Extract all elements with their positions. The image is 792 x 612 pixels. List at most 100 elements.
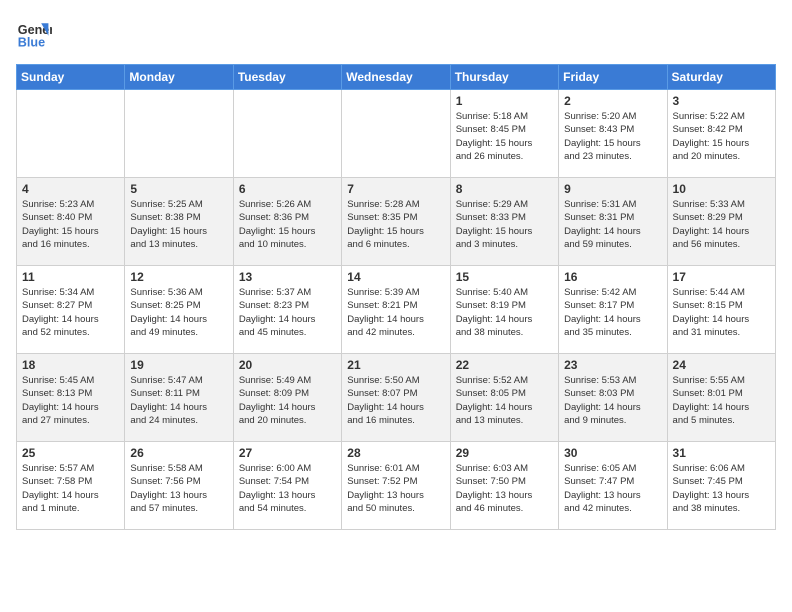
- day-number: 25: [22, 446, 119, 460]
- day-number: 28: [347, 446, 444, 460]
- day-info: Sunrise: 5:40 AMSunset: 8:19 PMDaylight:…: [456, 286, 553, 339]
- calendar-cell: 4 Sunrise: 5:23 AMSunset: 8:40 PMDaylight…: [17, 178, 125, 266]
- day-number: 11: [22, 270, 119, 284]
- calendar-cell: 13 Sunrise: 5:37 AMSunset: 8:23 PMDayligh…: [233, 266, 341, 354]
- calendar-cell: 1 Sunrise: 5:18 AMSunset: 8:45 PMDaylight…: [450, 90, 558, 178]
- calendar-cell: 3Sunrise: 5:22 AMSunset: 8:42 PMDaylight…: [667, 90, 775, 178]
- calendar-cell: [233, 90, 341, 178]
- calendar-cell: 28 Sunrise: 6:01 AMSunset: 7:52 PMDayligh…: [342, 442, 450, 530]
- day-info: Sunrise: 5:57 AMSunset: 7:58 PMDaylight:…: [22, 462, 119, 515]
- day-info: Sunrise: 5:58 AMSunset: 7:56 PMDaylight:…: [130, 462, 227, 515]
- day-info: Sunrise: 5:52 AMSunset: 8:05 PMDaylight:…: [456, 374, 553, 427]
- calendar-cell: 27 Sunrise: 6:00 AMSunset: 7:54 PMDayligh…: [233, 442, 341, 530]
- calendar-cell: 7 Sunrise: 5:28 AMSunset: 8:35 PMDaylight…: [342, 178, 450, 266]
- calendar-cell: 24 Sunrise: 5:55 AMSunset: 8:01 PMDayligh…: [667, 354, 775, 442]
- day-info: Sunrise: 5:53 AMSunset: 8:03 PMDaylight:…: [564, 374, 661, 427]
- day-info: Sunrise: 5:39 AMSunset: 8:21 PMDaylight:…: [347, 286, 444, 339]
- day-number: 22: [456, 358, 553, 372]
- day-number: 26: [130, 446, 227, 460]
- calendar-cell: 21 Sunrise: 5:50 AMSunset: 8:07 PMDayligh…: [342, 354, 450, 442]
- day-info: Sunrise: 5:31 AMSunset: 8:31 PMDaylight:…: [564, 198, 661, 251]
- day-number: 8: [456, 182, 553, 196]
- day-number: 27: [239, 446, 336, 460]
- day-info: Sunrise: 5:18 AMSunset: 8:45 PMDaylight:…: [456, 110, 553, 163]
- calendar-cell: 10Sunrise: 5:33 AMSunset: 8:29 PMDayligh…: [667, 178, 775, 266]
- day-number: 9: [564, 182, 661, 196]
- day-number: 12: [130, 270, 227, 284]
- calendar-cell: 30 Sunrise: 6:05 AMSunset: 7:47 PMDayligh…: [559, 442, 667, 530]
- day-number: 29: [456, 446, 553, 460]
- day-number: 5: [130, 182, 227, 196]
- calendar-week-row: 4 Sunrise: 5:23 AMSunset: 8:40 PMDaylight…: [17, 178, 776, 266]
- calendar-cell: [125, 90, 233, 178]
- calendar-cell: 6Sunrise: 5:26 AMSunset: 8:36 PMDaylight…: [233, 178, 341, 266]
- calendar-cell: 20Sunrise: 5:49 AMSunset: 8:09 PMDayligh…: [233, 354, 341, 442]
- svg-text:Blue: Blue: [18, 36, 45, 50]
- day-number: 24: [673, 358, 770, 372]
- day-info: Sunrise: 6:00 AMSunset: 7:54 PMDaylight:…: [239, 462, 336, 515]
- weekday-header-monday: Monday: [125, 65, 233, 90]
- calendar-table: SundayMondayTuesdayWednesdayThursdayFrid…: [16, 64, 776, 530]
- day-info: Sunrise: 6:06 AMSunset: 7:45 PMDaylight:…: [673, 462, 770, 515]
- day-number: 16: [564, 270, 661, 284]
- weekday-header-tuesday: Tuesday: [233, 65, 341, 90]
- weekday-header-sunday: Sunday: [17, 65, 125, 90]
- weekday-header-thursday: Thursday: [450, 65, 558, 90]
- day-number: 7: [347, 182, 444, 196]
- day-info: Sunrise: 5:22 AMSunset: 8:42 PMDaylight:…: [673, 110, 770, 163]
- day-info: Sunrise: 5:47 AMSunset: 8:11 PMDaylight:…: [130, 374, 227, 427]
- calendar-cell: 22 Sunrise: 5:52 AMSunset: 8:05 PMDayligh…: [450, 354, 558, 442]
- day-info: Sunrise: 6:05 AMSunset: 7:47 PMDaylight:…: [564, 462, 661, 515]
- calendar-cell: 17 Sunrise: 5:44 AMSunset: 8:15 PMDayligh…: [667, 266, 775, 354]
- calendar-cell: 2Sunrise: 5:20 AMSunset: 8:43 PMDaylight…: [559, 90, 667, 178]
- day-info: Sunrise: 5:23 AMSunset: 8:40 PMDaylight:…: [22, 198, 119, 251]
- calendar-cell: 8 Sunrise: 5:29 AMSunset: 8:33 PMDaylight…: [450, 178, 558, 266]
- calendar-week-row: 11Sunrise: 5:34 AMSunset: 8:27 PMDayligh…: [17, 266, 776, 354]
- day-info: Sunrise: 5:29 AMSunset: 8:33 PMDaylight:…: [456, 198, 553, 251]
- calendar-cell: 5Sunrise: 5:25 AMSunset: 8:38 PMDaylight…: [125, 178, 233, 266]
- day-number: 13: [239, 270, 336, 284]
- day-info: Sunrise: 5:37 AMSunset: 8:23 PMDaylight:…: [239, 286, 336, 339]
- calendar-cell: 31 Sunrise: 6:06 AMSunset: 7:45 PMDayligh…: [667, 442, 775, 530]
- day-info: Sunrise: 5:28 AMSunset: 8:35 PMDaylight:…: [347, 198, 444, 251]
- day-info: Sunrise: 5:26 AMSunset: 8:36 PMDaylight:…: [239, 198, 336, 251]
- day-info: Sunrise: 5:49 AMSunset: 8:09 PMDaylight:…: [239, 374, 336, 427]
- weekday-header-saturday: Saturday: [667, 65, 775, 90]
- calendar-cell: 29Sunrise: 6:03 AMSunset: 7:50 PMDayligh…: [450, 442, 558, 530]
- calendar-week-row: 18 Sunrise: 5:45 AMSunset: 8:13 PMDayligh…: [17, 354, 776, 442]
- day-number: 17: [673, 270, 770, 284]
- calendar-cell: 23Sunrise: 5:53 AMSunset: 8:03 PMDayligh…: [559, 354, 667, 442]
- weekday-header-wednesday: Wednesday: [342, 65, 450, 90]
- day-number: 21: [347, 358, 444, 372]
- calendar-week-row: 25 Sunrise: 5:57 AMSunset: 7:58 PMDayligh…: [17, 442, 776, 530]
- day-number: 18: [22, 358, 119, 372]
- calendar-cell: 15 Sunrise: 5:40 AMSunset: 8:19 PMDayligh…: [450, 266, 558, 354]
- calendar-cell: 9 Sunrise: 5:31 AMSunset: 8:31 PMDaylight…: [559, 178, 667, 266]
- calendar-cell: 12Sunrise: 5:36 AMSunset: 8:25 PMDayligh…: [125, 266, 233, 354]
- weekday-header-row: SundayMondayTuesdayWednesdayThursdayFrid…: [17, 65, 776, 90]
- day-info: Sunrise: 5:50 AMSunset: 8:07 PMDaylight:…: [347, 374, 444, 427]
- calendar-cell: 26 Sunrise: 5:58 AMSunset: 7:56 PMDayligh…: [125, 442, 233, 530]
- calendar-cell: 25 Sunrise: 5:57 AMSunset: 7:58 PMDayligh…: [17, 442, 125, 530]
- day-info: Sunrise: 6:01 AMSunset: 7:52 PMDaylight:…: [347, 462, 444, 515]
- calendar-week-row: 1 Sunrise: 5:18 AMSunset: 8:45 PMDaylight…: [17, 90, 776, 178]
- calendar-cell: 11Sunrise: 5:34 AMSunset: 8:27 PMDayligh…: [17, 266, 125, 354]
- day-info: Sunrise: 5:42 AMSunset: 8:17 PMDaylight:…: [564, 286, 661, 339]
- calendar-cell: 19 Sunrise: 5:47 AMSunset: 8:11 PMDayligh…: [125, 354, 233, 442]
- calendar-cell: 16 Sunrise: 5:42 AMSunset: 8:17 PMDayligh…: [559, 266, 667, 354]
- day-number: 30: [564, 446, 661, 460]
- day-number: 1: [456, 94, 553, 108]
- weekday-header-friday: Friday: [559, 65, 667, 90]
- day-number: 15: [456, 270, 553, 284]
- day-number: 2: [564, 94, 661, 108]
- day-number: 4: [22, 182, 119, 196]
- day-info: Sunrise: 5:44 AMSunset: 8:15 PMDaylight:…: [673, 286, 770, 339]
- day-number: 31: [673, 446, 770, 460]
- day-info: Sunrise: 5:55 AMSunset: 8:01 PMDaylight:…: [673, 374, 770, 427]
- calendar-cell: [17, 90, 125, 178]
- calendar-cell: [342, 90, 450, 178]
- day-number: 14: [347, 270, 444, 284]
- day-info: Sunrise: 5:45 AMSunset: 8:13 PMDaylight:…: [22, 374, 119, 427]
- day-number: 19: [130, 358, 227, 372]
- day-number: 10: [673, 182, 770, 196]
